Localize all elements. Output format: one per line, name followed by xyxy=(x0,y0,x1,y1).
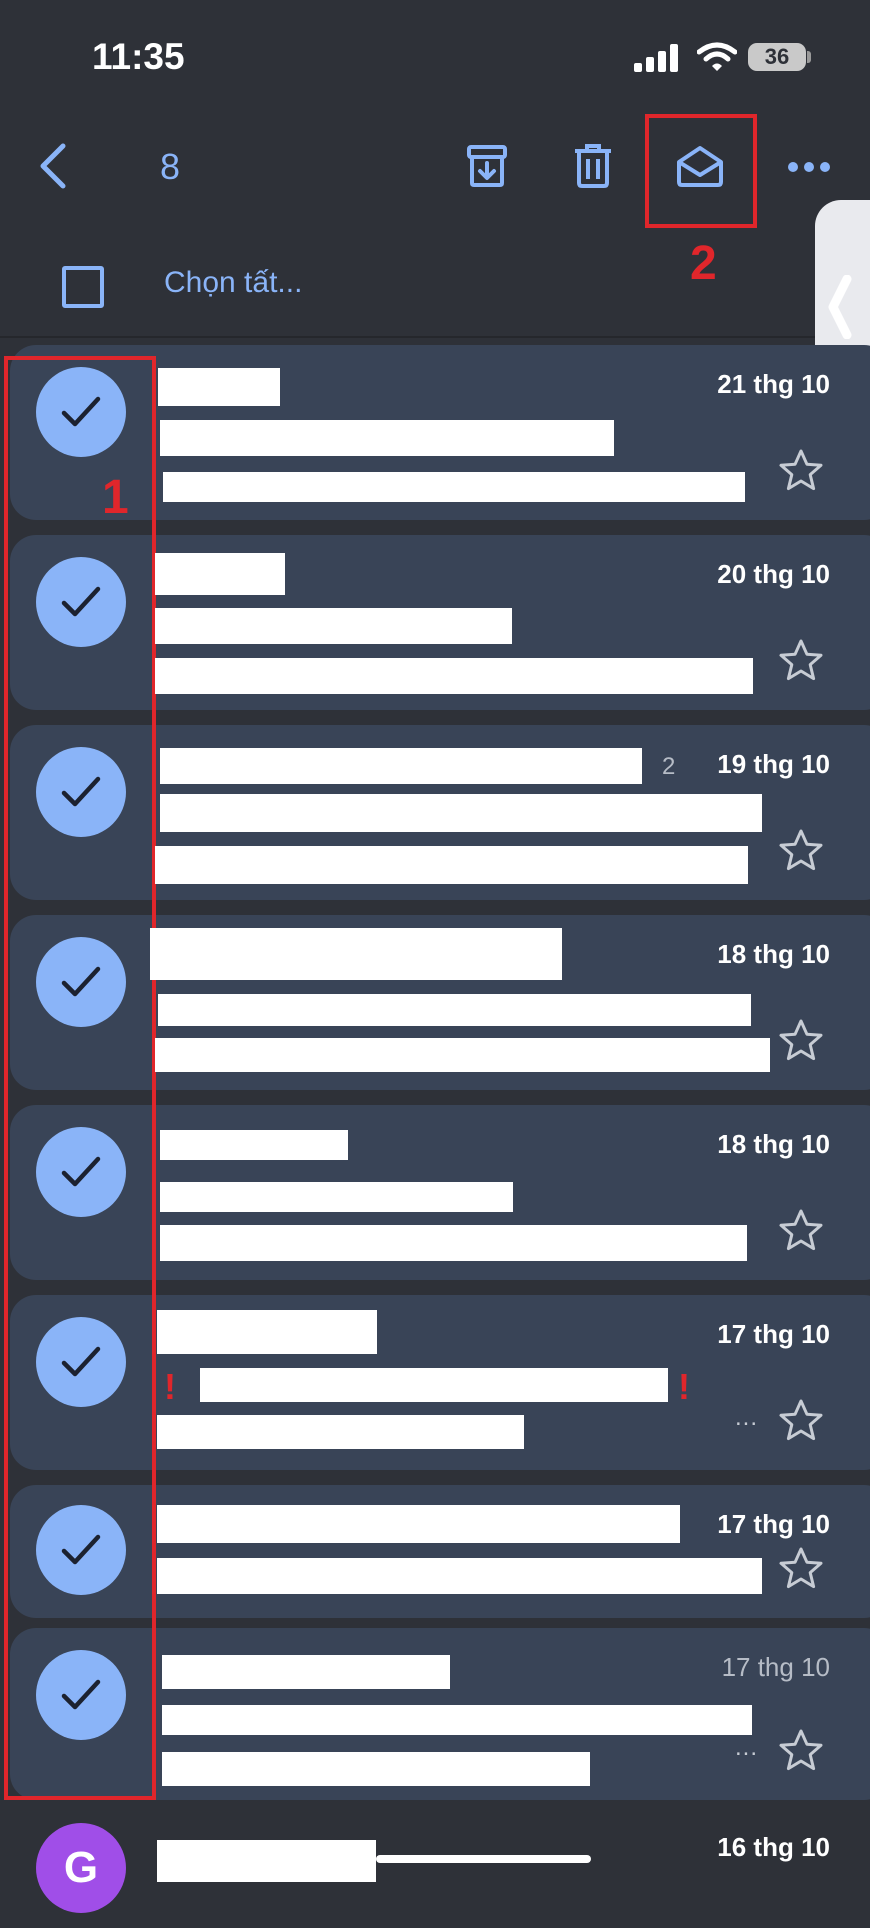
selected-check-icon[interactable] xyxy=(36,1650,126,1740)
archive-button[interactable] xyxy=(462,140,512,192)
battery-icon: 36 xyxy=(748,43,806,71)
select-all-checkbox[interactable] xyxy=(62,266,104,308)
wifi-icon xyxy=(697,42,737,71)
redacted-text xyxy=(155,658,753,694)
email-date: 17 thg 10 xyxy=(721,1652,830,1682)
selected-check-icon[interactable] xyxy=(36,747,126,837)
redacted-text xyxy=(160,1225,747,1261)
star-icon[interactable] xyxy=(778,1398,824,1442)
redacted-text xyxy=(155,1038,770,1072)
trash-icon xyxy=(575,144,611,188)
redacted-text xyxy=(163,472,745,502)
redacted-text xyxy=(200,1368,668,1402)
selected-count: 8 xyxy=(160,146,181,187)
annotation-box-2 xyxy=(645,114,757,228)
redacted-text xyxy=(162,1705,752,1735)
selected-check-icon[interactable] xyxy=(36,937,126,1027)
important-marker-icon: ! xyxy=(678,1366,690,1407)
email-date: 16 thg 10 xyxy=(717,1832,830,1862)
redacted-text xyxy=(157,1840,376,1882)
star-icon[interactable] xyxy=(778,638,824,682)
redacted-text xyxy=(160,748,642,784)
redacted-text xyxy=(160,1130,348,1160)
redacted-text xyxy=(157,1505,680,1543)
redacted-text xyxy=(157,1310,377,1354)
chevron-left-icon xyxy=(40,143,66,189)
star-icon[interactable] xyxy=(778,1018,824,1062)
email-date: 18 thg 10 xyxy=(717,939,830,969)
redacted-text xyxy=(157,1558,762,1594)
sender-avatar[interactable]: G xyxy=(36,1823,126,1913)
battery-level: 36 xyxy=(764,44,790,69)
star-icon[interactable] xyxy=(778,1728,824,1772)
email-row[interactable] xyxy=(10,1808,870,1928)
more-content-indicator: ... xyxy=(735,1734,759,1761)
redacted-text xyxy=(160,420,614,456)
battery-tip xyxy=(807,51,811,63)
selected-check-icon[interactable] xyxy=(36,367,126,457)
selected-check-icon[interactable] xyxy=(36,1317,126,1407)
email-date: 17 thg 10 xyxy=(717,1319,830,1349)
redacted-text xyxy=(376,1855,591,1863)
redacted-text xyxy=(160,1182,513,1212)
chevron-left-icon xyxy=(828,275,852,339)
select-all-label[interactable]: Chọn tất... xyxy=(164,266,302,300)
cellular-signal-icon xyxy=(634,44,678,72)
email-date: 18 thg 10 xyxy=(717,1129,830,1159)
redacted-text xyxy=(158,994,751,1026)
star-icon[interactable] xyxy=(778,828,824,872)
important-marker-icon: ! xyxy=(164,1366,176,1407)
thread-count: 2 xyxy=(662,753,676,780)
archive-icon xyxy=(467,145,507,187)
email-date: 19 thg 10 xyxy=(717,749,830,779)
star-icon[interactable] xyxy=(778,448,824,492)
more-content-indicator: ... xyxy=(735,1404,759,1431)
annotation-label-2: 2 xyxy=(690,237,717,290)
email-date: 21 thg 10 xyxy=(717,369,830,399)
selected-check-icon[interactable] xyxy=(36,1127,126,1217)
redacted-text xyxy=(158,368,280,406)
redacted-text xyxy=(162,1752,590,1786)
toolbar-divider xyxy=(0,336,870,338)
redacted-text xyxy=(155,846,748,884)
delete-button[interactable] xyxy=(568,140,618,192)
redacted-text xyxy=(155,608,512,644)
redacted-text xyxy=(157,1415,524,1449)
selected-check-icon[interactable] xyxy=(36,557,126,647)
email-date: 17 thg 10 xyxy=(717,1509,830,1539)
star-icon[interactable] xyxy=(778,1546,824,1590)
back-button[interactable] xyxy=(30,136,74,196)
redacted-text xyxy=(162,1655,450,1689)
annotation-label-1: 1 xyxy=(102,471,129,524)
star-icon[interactable] xyxy=(778,1208,824,1252)
status-bar: 11:35 36 xyxy=(0,0,870,115)
more-button[interactable] xyxy=(784,150,834,184)
redacted-text xyxy=(160,794,762,832)
selected-check-icon[interactable] xyxy=(36,1505,126,1595)
redacted-text xyxy=(150,928,562,980)
redacted-text xyxy=(155,553,285,595)
status-time: 11:35 xyxy=(92,36,185,77)
more-horizontal-icon xyxy=(788,162,830,172)
email-date: 20 thg 10 xyxy=(717,559,830,589)
